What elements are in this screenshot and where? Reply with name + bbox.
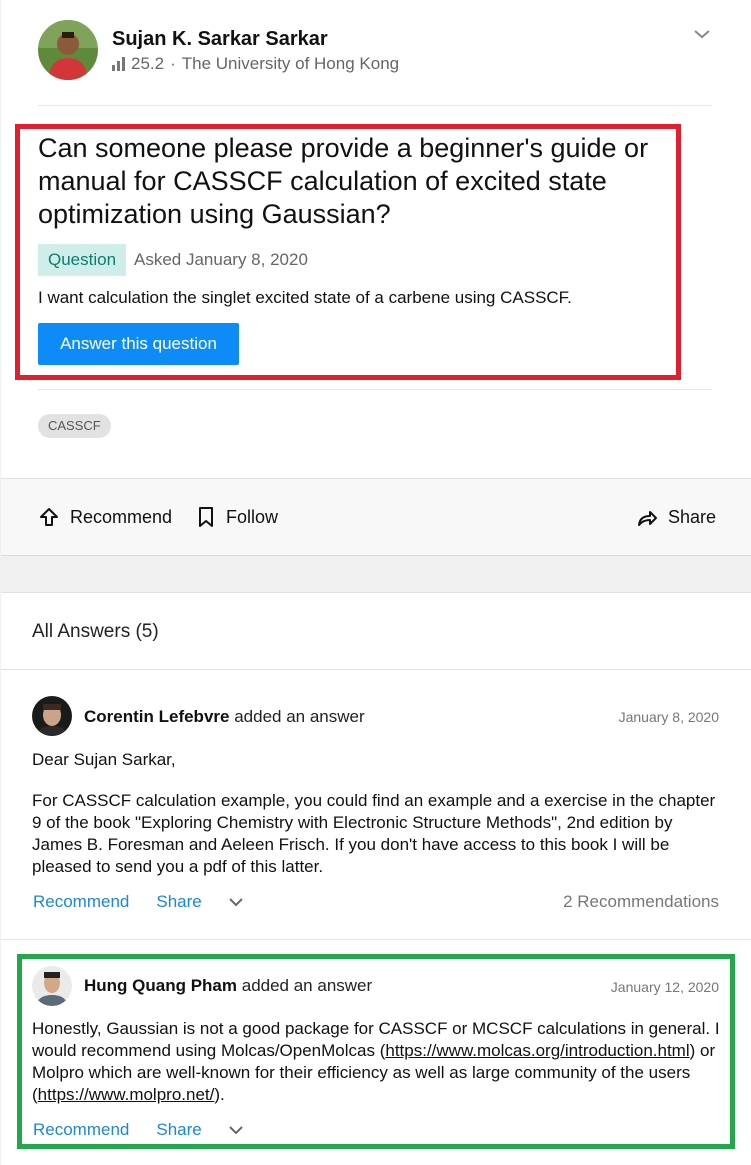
answer-link-molcas[interactable]: https://www.molcas.org/introduction.html [385, 1041, 689, 1060]
answer-header: Hung Quang Pham added an answer [84, 976, 372, 996]
answer-verb: added an answer [241, 976, 373, 995]
follow-label: Follow [226, 506, 279, 527]
question-title: Can someone please provide a beginner's … [38, 133, 649, 229]
share-label: Share [668, 506, 717, 527]
share-button[interactable]: Share [636, 506, 716, 528]
answer-date: January 8, 2020 [618, 709, 719, 725]
answer-verb: added an answer [234, 707, 365, 726]
divider [1, 939, 751, 940]
answer-author-name[interactable]: Corentin Lefebvre [84, 707, 229, 726]
bookmark-icon [199, 507, 213, 527]
recommendation-count[interactable]: 2 Recommendations [563, 892, 719, 912]
divider [1, 669, 751, 670]
answer-actions: Recommend Share [33, 1120, 244, 1140]
author-score: 25.2 [131, 54, 165, 73]
answer-question-button[interactable]: Answer this question [38, 323, 239, 365]
answer-body: Honestly, Gaussian is not a good package… [32, 1018, 722, 1106]
question-badge: Question [38, 244, 127, 276]
author-meta: 25.2 · The University of Hong Kong [112, 54, 399, 74]
answer-author-avatar[interactable] [32, 966, 72, 1006]
recommend-button[interactable]: Recommend [38, 506, 172, 528]
divider [38, 105, 712, 106]
answer-actions: Recommend Share [33, 892, 244, 912]
chevron-down-icon[interactable] [228, 894, 244, 910]
author-name[interactable]: Sujan K. Sarkar Sarkar [112, 28, 328, 51]
all-answers-heading: All Answers (5) [32, 621, 159, 642]
answer-share-link[interactable]: Share [156, 1120, 201, 1140]
answer-header: Corentin Lefebvre added an answer [84, 707, 365, 727]
share-arrow-icon [638, 511, 657, 526]
answer-recommend-link[interactable]: Recommend [33, 1120, 129, 1140]
answer-recommend-link[interactable]: Recommend [33, 892, 129, 912]
answer-body: For CASSCF calculation example, you coul… [32, 791, 716, 876]
recommend-label: Recommend [70, 506, 173, 527]
divider [38, 389, 712, 390]
follow-button[interactable]: Follow [196, 506, 278, 528]
question-author: Sujan K. Sarkar Sarkar 25.2 · The Univer… [38, 20, 698, 84]
answer-share-link[interactable]: Share [156, 892, 201, 912]
answer-author-name[interactable]: Hung Quang Pham [84, 976, 237, 995]
chevron-down-icon[interactable] [692, 24, 712, 44]
answer-greeting: Dear Sujan Sarkar, [32, 750, 176, 769]
score-bars-icon [112, 57, 125, 71]
question-description: I want calculation the singlet excited s… [38, 288, 572, 307]
question-asked-date: Asked January 8, 2020 [134, 250, 308, 269]
arrow-up-icon [40, 508, 58, 526]
chevron-down-icon[interactable] [228, 1122, 244, 1138]
meta-separator: · [170, 54, 176, 73]
answer-date: January 12, 2020 [610, 979, 719, 995]
author-avatar[interactable] [38, 20, 98, 80]
author-institution[interactable]: The University of Hong Kong [182, 54, 399, 74]
answer-body-text: ). [214, 1085, 225, 1104]
topic-tag[interactable]: CASSCF [38, 414, 111, 438]
question-action-bar: Recommend Follow Share [1, 478, 751, 556]
answer-link-molpro[interactable]: https://www.molpro.net/ [38, 1085, 215, 1104]
answer-author-avatar[interactable] [32, 696, 72, 736]
